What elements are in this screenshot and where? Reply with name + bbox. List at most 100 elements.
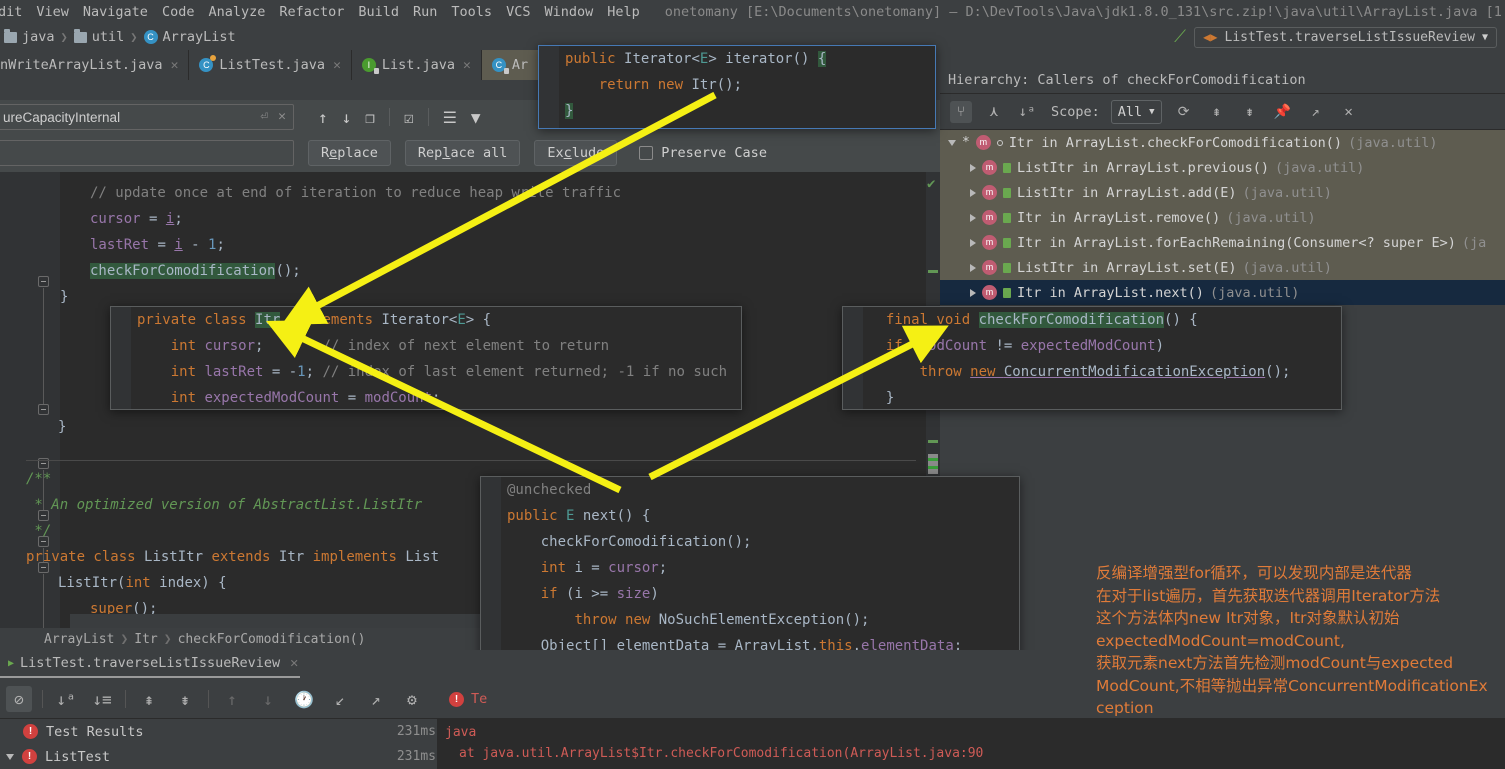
pin-icon[interactable]: 📌 bbox=[1272, 101, 1294, 123]
menu-item-vcs[interactable]: VCS bbox=[499, 4, 537, 20]
chevron-right-icon[interactable] bbox=[970, 238, 976, 247]
build-hammer-icon[interactable]: ⟋ bbox=[1174, 27, 1186, 47]
fold-icon[interactable] bbox=[38, 404, 49, 415]
inspection-ok-icon[interactable]: ✔ bbox=[927, 176, 935, 192]
select-all-icon[interactable]: ❐ bbox=[365, 108, 375, 127]
search-input-icons: ⏎ ✕ bbox=[260, 109, 286, 124]
menu-item-code[interactable]: Code bbox=[155, 4, 202, 20]
import-icon[interactable]: ↙ bbox=[327, 686, 353, 712]
checkforcomodification-popup[interactable]: final void checkForComodification() { if… bbox=[842, 306, 1342, 410]
hierarchy-row[interactable]: * m Itr in ArrayList.checkForComodificatio… bbox=[940, 130, 1505, 155]
export-icon[interactable]: ↗ bbox=[363, 686, 389, 712]
history-icon[interactable]: 🕐 bbox=[291, 686, 317, 712]
expand-icon[interactable]: ⇞ bbox=[1206, 101, 1228, 123]
chevron-right-icon[interactable] bbox=[970, 288, 976, 297]
preserve-case-checkbox[interactable]: Preserve Case bbox=[639, 145, 767, 161]
expand-all-icon[interactable]: ⇞ bbox=[136, 686, 162, 712]
close-icon[interactable]: ✕ bbox=[333, 58, 341, 73]
menu-item-refactor[interactable]: Refactor bbox=[272, 4, 351, 20]
close-icon[interactable]: ✕ bbox=[1338, 101, 1360, 123]
hierarchy-row[interactable]: m ListItr in ArrayList.previous() (java.u… bbox=[940, 155, 1505, 180]
hierarchy-row[interactable]: m ListItr in ArrayList.add(E) (java.util) bbox=[940, 180, 1505, 205]
menu-item-window[interactable]: Window bbox=[537, 4, 600, 20]
breadcrumb-arraylist[interactable]: C ArrayList bbox=[143, 29, 236, 45]
code-line: private class ListItr extends Itr implem… bbox=[26, 549, 440, 565]
marker[interactable] bbox=[928, 440, 938, 443]
console-output[interactable]: java at java.util.ArrayList$Itr.checkForC… bbox=[437, 718, 1505, 769]
hierarchy-row-label: ListItr in ArrayList.previous() bbox=[1017, 159, 1269, 176]
export-icon[interactable]: ↗ bbox=[1305, 101, 1327, 123]
scope-selector[interactable]: All ▼ bbox=[1110, 99, 1162, 124]
marker[interactable] bbox=[928, 454, 938, 474]
replace-all-button[interactable]: Rep l ace all bbox=[404, 140, 521, 166]
close-icon[interactable]: ✕ bbox=[463, 58, 471, 73]
menu-item-run[interactable]: Run bbox=[406, 4, 444, 20]
marker[interactable] bbox=[928, 270, 938, 273]
checkbox-icon[interactable] bbox=[639, 146, 654, 160]
prev-match-icon[interactable]: ↑ bbox=[318, 108, 328, 127]
match-case-icon[interactable]: ☑ bbox=[404, 108, 414, 127]
refresh-icon[interactable]: ⟳ bbox=[1173, 101, 1195, 123]
chevron-right-icon[interactable] bbox=[970, 263, 976, 272]
tab-arraylist[interactable]: C Ar bbox=[481, 50, 540, 80]
breadcrumb-method[interactable]: checkForComodification() bbox=[178, 632, 366, 647]
filter-icon[interactable]: ▼ bbox=[471, 108, 481, 127]
marker[interactable] bbox=[928, 458, 938, 461]
itr-class-popup[interactable]: private class Itr implements Iterator<E>… bbox=[110, 306, 742, 410]
hierarchy-row[interactable]: m ListItr in ArrayList.set(E) (java.util) bbox=[940, 255, 1505, 280]
run-configuration-selector[interactable]: ◀▶ ListTest.traverseListIssueReview ▼ bbox=[1194, 26, 1497, 48]
tab-list[interactable]: I List.java ✕ bbox=[352, 50, 482, 80]
breadcrumb-java[interactable]: java bbox=[4, 28, 55, 45]
hierarchy-row[interactable]: m Itr in ArrayList.remove() (java.util) bbox=[940, 205, 1505, 230]
exclude-button[interactable]: Ex c lude bbox=[534, 140, 618, 166]
close-icon[interactable]: ✕ bbox=[290, 655, 298, 671]
callees-icon[interactable]: ⋏ bbox=[983, 101, 1005, 123]
menu-item-edit[interactable]: dit bbox=[0, 4, 29, 20]
chevron-right-icon[interactable] bbox=[970, 213, 976, 222]
breadcrumb-util[interactable]: util bbox=[73, 28, 124, 45]
next-icon[interactable]: ↓ bbox=[255, 686, 281, 712]
chevron-down-icon[interactable] bbox=[948, 139, 956, 146]
menu-item-navigate[interactable]: Navigate bbox=[76, 4, 155, 20]
settings-icon[interactable]: ⚙ bbox=[399, 686, 425, 712]
callers-icon[interactable]: ⑂ bbox=[950, 100, 972, 123]
collapse-all-icon[interactable]: ⇟ bbox=[172, 686, 198, 712]
sort-alpha-icon[interactable]: ↓ᵃ bbox=[1016, 101, 1038, 123]
menu-item-tools[interactable]: Tools bbox=[444, 4, 499, 20]
iterator-popup[interactable]: public Iterator<E> iterator() { return n… bbox=[538, 45, 936, 129]
collapse-icon[interactable]: ⇟ bbox=[1239, 101, 1261, 123]
replace-button[interactable]: Re place bbox=[308, 140, 391, 166]
menu-item-help[interactable]: Help bbox=[600, 4, 647, 20]
chevron-right-icon: ❯ bbox=[120, 631, 129, 647]
chevron-right-icon[interactable] bbox=[970, 163, 976, 172]
menu-item-view[interactable]: View bbox=[29, 4, 76, 20]
fold-icon[interactable] bbox=[38, 276, 49, 287]
breadcrumb-inner-class[interactable]: Itr bbox=[134, 632, 157, 647]
rerun-failed-icon[interactable]: ⊘ bbox=[6, 686, 32, 712]
replace-input[interactable] bbox=[0, 140, 294, 166]
hierarchy-row[interactable]: m Itr in ArrayList.next() (java.util) bbox=[940, 280, 1505, 305]
chevron-right-icon[interactable] bbox=[970, 188, 976, 197]
run-tab[interactable]: ▶ ListTest.traverseListIssueReview ✕ bbox=[0, 650, 300, 678]
clear-icon[interactable]: ✕ bbox=[278, 109, 286, 124]
prev-icon[interactable]: ↑ bbox=[219, 686, 245, 712]
sort-duration-icon[interactable]: ↓≡ bbox=[89, 686, 115, 712]
chevron-down-icon[interactable] bbox=[6, 753, 14, 760]
hierarchy-tree[interactable]: * m Itr in ArrayList.checkForComodificatio… bbox=[940, 130, 1505, 305]
menu-item-build[interactable]: Build bbox=[351, 4, 406, 20]
code-line: int lastRet = -1; // index of last eleme… bbox=[170, 364, 728, 380]
tab-copyonwritearraylist[interactable]: nWriteArrayList.java ✕ bbox=[0, 50, 190, 80]
marker[interactable] bbox=[928, 466, 938, 469]
tab-listtest[interactable]: C ListTest.java ✕ bbox=[189, 50, 352, 80]
code-line: if (modCount != expectedModCount) bbox=[885, 338, 1165, 354]
close-icon[interactable]: ✕ bbox=[171, 58, 179, 73]
words-icon[interactable]: ☰ bbox=[443, 108, 457, 127]
search-input[interactable] bbox=[0, 104, 294, 130]
menu-item-analyze[interactable]: Analyze bbox=[201, 4, 272, 20]
hierarchy-row[interactable]: m Itr in ArrayList.forEachRemaining(Consu… bbox=[940, 230, 1505, 255]
history-icon[interactable]: ⏎ bbox=[260, 109, 268, 124]
tab-label: nWriteArrayList.java bbox=[0, 57, 163, 73]
breadcrumb-class[interactable]: ArrayList bbox=[44, 632, 114, 647]
next-match-icon[interactable]: ↓ bbox=[342, 108, 352, 127]
sort-alpha-icon[interactable]: ↓ᵃ bbox=[53, 686, 79, 712]
